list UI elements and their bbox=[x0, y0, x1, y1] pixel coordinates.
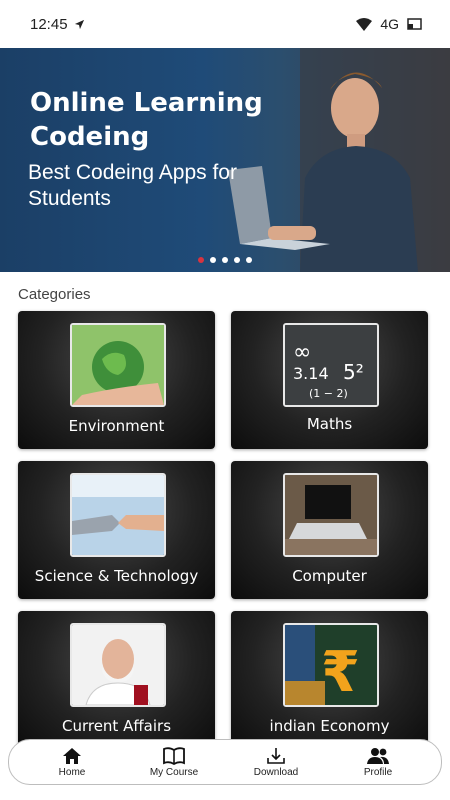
network-type: 4G bbox=[380, 16, 399, 32]
home-icon bbox=[62, 747, 82, 765]
category-label: Current Affairs bbox=[61, 717, 172, 735]
carousel-indicator bbox=[198, 257, 252, 263]
svg-text:3.14: 3.14 bbox=[293, 364, 329, 383]
svg-text:5²: 5² bbox=[343, 360, 364, 384]
profile-icon bbox=[366, 747, 390, 765]
indian-economy-image: ₹ bbox=[283, 623, 379, 707]
nav-profile[interactable]: Profile bbox=[338, 747, 418, 778]
category-label: Science & Technology bbox=[34, 567, 199, 585]
svg-text:∞: ∞ bbox=[293, 340, 311, 365]
download-icon bbox=[266, 747, 286, 765]
carousel-dot[interactable] bbox=[246, 257, 252, 263]
current-affairs-image bbox=[70, 623, 166, 707]
category-label: indian Economy bbox=[269, 717, 390, 735]
category-card-computer[interactable]: Computer bbox=[231, 461, 428, 599]
nav-my-course[interactable]: My Course bbox=[134, 746, 214, 778]
category-card-current-affairs[interactable]: Current Affairs bbox=[18, 611, 215, 749]
nav-label: Home bbox=[58, 766, 86, 778]
banner-subtitle: Best Codeing Apps for Students bbox=[28, 161, 237, 210]
promo-banner-carousel[interactable]: Online Learning Codeing Best Codeing App… bbox=[0, 48, 450, 272]
maths-image: ∞ 3.14 5² (1 − 2) bbox=[283, 323, 379, 407]
categories-heading: Categories bbox=[18, 286, 91, 303]
category-card-indian-economy[interactable]: ₹ indian Economy bbox=[231, 611, 428, 749]
nav-label: My Course bbox=[149, 766, 199, 778]
svg-text:(1 − 2): (1 − 2) bbox=[309, 387, 348, 400]
status-left: 12:45 bbox=[30, 16, 85, 33]
cast-icon bbox=[407, 18, 422, 30]
computer-image bbox=[283, 473, 379, 557]
book-icon bbox=[163, 746, 185, 765]
bottom-navigation: Home My Course Download Profile bbox=[8, 739, 442, 785]
status-bar: 12:45 4G bbox=[0, 0, 450, 48]
category-label: Environment bbox=[68, 417, 165, 435]
science-technology-image bbox=[70, 473, 166, 557]
carousel-dot[interactable] bbox=[234, 257, 240, 263]
category-card-science-technology[interactable]: Science & Technology bbox=[18, 461, 215, 599]
nav-label: Profile bbox=[363, 766, 393, 778]
category-label: Computer bbox=[292, 567, 367, 585]
carousel-dot[interactable] bbox=[210, 257, 216, 263]
nav-label: Download bbox=[253, 766, 299, 778]
category-card-maths[interactable]: ∞ 3.14 5² (1 − 2) Maths bbox=[231, 311, 428, 449]
status-time: 12:45 bbox=[30, 15, 68, 33]
nav-download[interactable]: Download bbox=[236, 747, 316, 778]
nav-home[interactable]: Home bbox=[32, 747, 112, 778]
status-right: 4G bbox=[356, 16, 422, 32]
carousel-dot[interactable] bbox=[198, 257, 204, 263]
category-label: Maths bbox=[306, 415, 353, 433]
banner-title: Online Learning Codeing bbox=[30, 88, 263, 152]
wifi-icon bbox=[356, 17, 373, 31]
environment-image bbox=[70, 323, 166, 407]
svg-text:₹: ₹ bbox=[321, 640, 360, 705]
category-card-environment[interactable]: Environment bbox=[18, 311, 215, 449]
location-arrow-icon bbox=[74, 19, 85, 30]
carousel-dot[interactable] bbox=[222, 257, 228, 263]
